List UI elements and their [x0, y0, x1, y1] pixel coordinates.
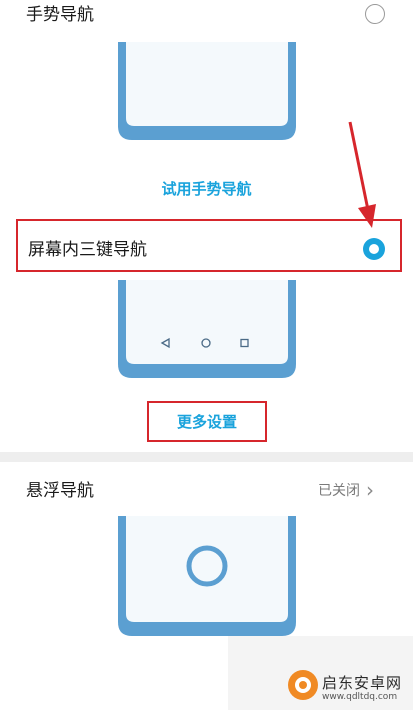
more-settings-label: 更多设置 — [176, 413, 237, 431]
watermark-url: www.qdltdq.com — [322, 692, 398, 702]
radio-dot-icon — [369, 244, 379, 254]
floating-nav-title: 悬浮导航 — [26, 481, 94, 501]
watermark-brand: 启东安卓网 — [322, 674, 403, 692]
more-settings-button[interactable]: 更多设置 — [147, 401, 267, 442]
floating-nav-status: 已关闭 — [318, 483, 360, 499]
floating-phone-illustration — [118, 516, 296, 636]
gesture-nav-radio[interactable] — [365, 4, 385, 24]
three-key-phone-illustration — [118, 280, 296, 378]
gesture-phone-illustration — [118, 42, 296, 140]
three-key-nav-title: 屏幕内三键导航 — [28, 240, 147, 260]
three-key-nav-radio-selected[interactable] — [363, 238, 385, 260]
floating-nav-status-row[interactable]: 已关闭 › — [318, 480, 374, 500]
gesture-nav-title: 手势导航 — [26, 5, 94, 25]
red-arrow-annotation — [348, 121, 376, 228]
section-divider — [0, 452, 413, 462]
watermark-logo-icon — [288, 670, 318, 700]
chevron-right-icon: › — [366, 478, 374, 502]
